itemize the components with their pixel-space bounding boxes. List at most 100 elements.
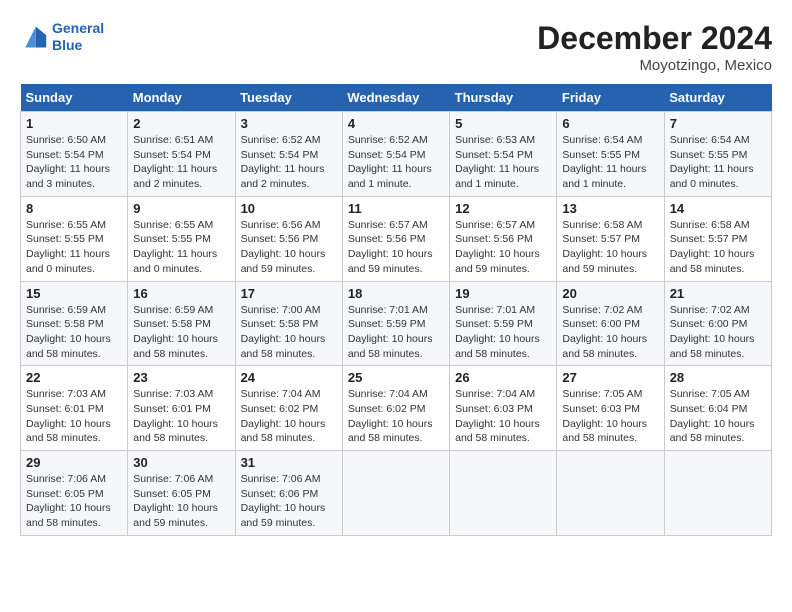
day-info: Sunrise: 6:54 AM Sunset: 5:55 PM Dayligh… bbox=[562, 133, 658, 192]
weekday-header-friday: Friday bbox=[557, 84, 664, 112]
day-info: Sunrise: 7:04 AM Sunset: 6:03 PM Dayligh… bbox=[455, 387, 551, 446]
day-info: Sunrise: 7:05 AM Sunset: 6:04 PM Dayligh… bbox=[670, 387, 766, 446]
week-row-4: 22 Sunrise: 7:03 AM Sunset: 6:01 PM Dayl… bbox=[21, 366, 772, 451]
day-info: Sunrise: 7:00 AM Sunset: 5:58 PM Dayligh… bbox=[241, 303, 337, 362]
day-cell: 1 Sunrise: 6:50 AM Sunset: 5:54 PM Dayli… bbox=[21, 112, 128, 197]
day-number: 7 bbox=[670, 116, 766, 131]
day-info: Sunrise: 7:03 AM Sunset: 6:01 PM Dayligh… bbox=[133, 387, 229, 446]
day-info: Sunrise: 6:52 AM Sunset: 5:54 PM Dayligh… bbox=[348, 133, 444, 192]
day-info: Sunrise: 6:59 AM Sunset: 5:58 PM Dayligh… bbox=[133, 303, 229, 362]
weekday-row: SundayMondayTuesdayWednesdayThursdayFrid… bbox=[21, 84, 772, 112]
day-number: 22 bbox=[26, 370, 122, 385]
day-info: Sunrise: 6:55 AM Sunset: 5:55 PM Dayligh… bbox=[133, 218, 229, 277]
day-cell: 6 Sunrise: 6:54 AM Sunset: 5:55 PM Dayli… bbox=[557, 112, 664, 197]
day-number: 23 bbox=[133, 370, 229, 385]
day-number: 1 bbox=[26, 116, 122, 131]
day-info: Sunrise: 6:53 AM Sunset: 5:54 PM Dayligh… bbox=[455, 133, 551, 192]
day-number: 4 bbox=[348, 116, 444, 131]
day-number: 24 bbox=[241, 370, 337, 385]
day-info: Sunrise: 7:05 AM Sunset: 6:03 PM Dayligh… bbox=[562, 387, 658, 446]
day-cell: 14 Sunrise: 6:58 AM Sunset: 5:57 PM Dayl… bbox=[664, 196, 771, 281]
day-info: Sunrise: 7:06 AM Sunset: 6:05 PM Dayligh… bbox=[133, 472, 229, 531]
day-number: 19 bbox=[455, 286, 551, 301]
weekday-header-thursday: Thursday bbox=[450, 84, 557, 112]
day-cell: 13 Sunrise: 6:58 AM Sunset: 5:57 PM Dayl… bbox=[557, 196, 664, 281]
day-info: Sunrise: 6:57 AM Sunset: 5:56 PM Dayligh… bbox=[455, 218, 551, 277]
day-number: 13 bbox=[562, 201, 658, 216]
month-title: December 2024 bbox=[537, 20, 772, 57]
day-cell bbox=[557, 451, 664, 536]
day-cell: 10 Sunrise: 6:56 AM Sunset: 5:56 PM Dayl… bbox=[235, 196, 342, 281]
day-cell: 20 Sunrise: 7:02 AM Sunset: 6:00 PM Dayl… bbox=[557, 281, 664, 366]
day-number: 31 bbox=[241, 455, 337, 470]
day-cell bbox=[342, 451, 449, 536]
day-info: Sunrise: 6:59 AM Sunset: 5:58 PM Dayligh… bbox=[26, 303, 122, 362]
day-number: 26 bbox=[455, 370, 551, 385]
weekday-header-tuesday: Tuesday bbox=[235, 84, 342, 112]
day-info: Sunrise: 6:56 AM Sunset: 5:56 PM Dayligh… bbox=[241, 218, 337, 277]
day-cell: 27 Sunrise: 7:05 AM Sunset: 6:03 PM Dayl… bbox=[557, 366, 664, 451]
title-block: December 2024 Moyotzingo, Mexico bbox=[537, 20, 772, 74]
week-row-3: 15 Sunrise: 6:59 AM Sunset: 5:58 PM Dayl… bbox=[21, 281, 772, 366]
weekday-header-sunday: Sunday bbox=[21, 84, 128, 112]
day-cell bbox=[450, 451, 557, 536]
day-cell: 23 Sunrise: 7:03 AM Sunset: 6:01 PM Dayl… bbox=[128, 366, 235, 451]
day-cell: 7 Sunrise: 6:54 AM Sunset: 5:55 PM Dayli… bbox=[664, 112, 771, 197]
day-number: 28 bbox=[670, 370, 766, 385]
day-number: 21 bbox=[670, 286, 766, 301]
day-cell: 31 Sunrise: 7:06 AM Sunset: 6:06 PM Dayl… bbox=[235, 451, 342, 536]
day-cell: 4 Sunrise: 6:52 AM Sunset: 5:54 PM Dayli… bbox=[342, 112, 449, 197]
day-info: Sunrise: 6:58 AM Sunset: 5:57 PM Dayligh… bbox=[562, 218, 658, 277]
day-info: Sunrise: 6:57 AM Sunset: 5:56 PM Dayligh… bbox=[348, 218, 444, 277]
day-number: 25 bbox=[348, 370, 444, 385]
day-cell: 21 Sunrise: 7:02 AM Sunset: 6:00 PM Dayl… bbox=[664, 281, 771, 366]
day-cell: 11 Sunrise: 6:57 AM Sunset: 5:56 PM Dayl… bbox=[342, 196, 449, 281]
day-info: Sunrise: 7:03 AM Sunset: 6:01 PM Dayligh… bbox=[26, 387, 122, 446]
weekday-header-wednesday: Wednesday bbox=[342, 84, 449, 112]
day-info: Sunrise: 6:51 AM Sunset: 5:54 PM Dayligh… bbox=[133, 133, 229, 192]
day-number: 16 bbox=[133, 286, 229, 301]
location: Moyotzingo, Mexico bbox=[537, 57, 772, 74]
calendar-body: 1 Sunrise: 6:50 AM Sunset: 5:54 PM Dayli… bbox=[21, 112, 772, 536]
day-number: 12 bbox=[455, 201, 551, 216]
day-info: Sunrise: 7:02 AM Sunset: 6:00 PM Dayligh… bbox=[562, 303, 658, 362]
week-row-1: 1 Sunrise: 6:50 AM Sunset: 5:54 PM Dayli… bbox=[21, 112, 772, 197]
day-cell: 9 Sunrise: 6:55 AM Sunset: 5:55 PM Dayli… bbox=[128, 196, 235, 281]
week-row-5: 29 Sunrise: 7:06 AM Sunset: 6:05 PM Dayl… bbox=[21, 451, 772, 536]
day-info: Sunrise: 6:54 AM Sunset: 5:55 PM Dayligh… bbox=[670, 133, 766, 192]
calendar-table: SundayMondayTuesdayWednesdayThursdayFrid… bbox=[20, 84, 772, 536]
day-info: Sunrise: 6:50 AM Sunset: 5:54 PM Dayligh… bbox=[26, 133, 122, 192]
day-cell: 17 Sunrise: 7:00 AM Sunset: 5:58 PM Dayl… bbox=[235, 281, 342, 366]
page-header: General Blue December 2024 Moyotzingo, M… bbox=[20, 20, 772, 74]
day-number: 6 bbox=[562, 116, 658, 131]
weekday-header-saturday: Saturday bbox=[664, 84, 771, 112]
logo-icon bbox=[20, 23, 48, 51]
day-cell: 28 Sunrise: 7:05 AM Sunset: 6:04 PM Dayl… bbox=[664, 366, 771, 451]
logo-text: General Blue bbox=[52, 20, 104, 54]
day-info: Sunrise: 6:55 AM Sunset: 5:55 PM Dayligh… bbox=[26, 218, 122, 277]
day-cell: 18 Sunrise: 7:01 AM Sunset: 5:59 PM Dayl… bbox=[342, 281, 449, 366]
logo-line1: General bbox=[52, 20, 104, 36]
calendar-header: SundayMondayTuesdayWednesdayThursdayFrid… bbox=[21, 84, 772, 112]
day-cell bbox=[664, 451, 771, 536]
day-number: 3 bbox=[241, 116, 337, 131]
day-number: 29 bbox=[26, 455, 122, 470]
day-info: Sunrise: 7:06 AM Sunset: 6:06 PM Dayligh… bbox=[241, 472, 337, 531]
day-cell: 8 Sunrise: 6:55 AM Sunset: 5:55 PM Dayli… bbox=[21, 196, 128, 281]
day-cell: 3 Sunrise: 6:52 AM Sunset: 5:54 PM Dayli… bbox=[235, 112, 342, 197]
day-number: 27 bbox=[562, 370, 658, 385]
day-info: Sunrise: 6:58 AM Sunset: 5:57 PM Dayligh… bbox=[670, 218, 766, 277]
day-number: 2 bbox=[133, 116, 229, 131]
day-number: 11 bbox=[348, 201, 444, 216]
day-number: 18 bbox=[348, 286, 444, 301]
day-info: Sunrise: 6:52 AM Sunset: 5:54 PM Dayligh… bbox=[241, 133, 337, 192]
week-row-2: 8 Sunrise: 6:55 AM Sunset: 5:55 PM Dayli… bbox=[21, 196, 772, 281]
day-number: 30 bbox=[133, 455, 229, 470]
day-cell: 22 Sunrise: 7:03 AM Sunset: 6:01 PM Dayl… bbox=[21, 366, 128, 451]
day-number: 20 bbox=[562, 286, 658, 301]
logo-line2: Blue bbox=[52, 37, 82, 53]
day-cell: 5 Sunrise: 6:53 AM Sunset: 5:54 PM Dayli… bbox=[450, 112, 557, 197]
day-cell: 19 Sunrise: 7:01 AM Sunset: 5:59 PM Dayl… bbox=[450, 281, 557, 366]
day-cell: 16 Sunrise: 6:59 AM Sunset: 5:58 PM Dayl… bbox=[128, 281, 235, 366]
day-cell: 2 Sunrise: 6:51 AM Sunset: 5:54 PM Dayli… bbox=[128, 112, 235, 197]
